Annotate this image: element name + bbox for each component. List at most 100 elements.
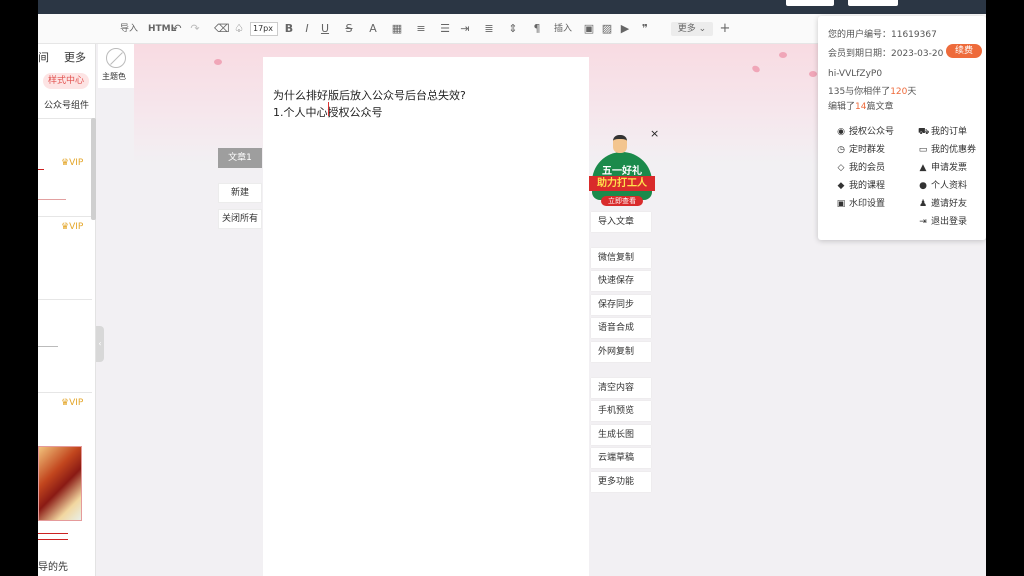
- indent-icon[interactable]: ⇥: [458, 21, 472, 37]
- divider: [38, 392, 92, 393]
- menu-invite[interactable]: ♟ 邀请好友: [918, 196, 967, 209]
- coupon-icon: ▭: [918, 145, 928, 155]
- articles-suffix: 篇文章: [866, 102, 894, 112]
- mobile-preview-button[interactable]: 手机预览: [591, 401, 651, 421]
- menu-courses-label: 我的课程: [849, 181, 886, 191]
- editor-app: 导入 HTML ↶ ↷ ⌫ ♤ 17px B I U S A ▦ ≡ ☰ ⇥ ≣…: [38, 0, 986, 576]
- clear-content-button[interactable]: 清空内容: [591, 378, 651, 398]
- close-icon[interactable]: ×: [650, 127, 659, 140]
- menu-invoice[interactable]: ▲ 申请发票: [918, 160, 967, 173]
- document-tab[interactable]: 文章1: [218, 148, 262, 168]
- theme-color-button[interactable]: 主题色: [98, 44, 134, 88]
- vip-badge: ♛VIP: [61, 398, 84, 408]
- vip-badge: ♛VIP: [61, 158, 84, 168]
- quote-icon[interactable]: ❞: [638, 21, 652, 37]
- vip-label: VIP: [69, 222, 84, 232]
- import-menu[interactable]: 导入: [120, 21, 138, 37]
- left-style-panel: 间 更多 样式中心 公众号组件 ♛VIP ♛VIP ♛VIP 导的先: [38, 44, 96, 576]
- more-functions-button[interactable]: 更多功能: [591, 472, 651, 492]
- user-id: 您的用户编号：11619367: [828, 30, 937, 40]
- template-line: [38, 346, 58, 347]
- style-center-button[interactable]: 样式中心: [43, 73, 89, 89]
- menu-authorize[interactable]: ◉ 授权公众号: [836, 124, 894, 137]
- collapse-panel-handle[interactable]: ‹: [96, 326, 104, 362]
- menu-courses[interactable]: ◆ 我的课程: [836, 178, 885, 191]
- petal-decoration: [751, 64, 761, 74]
- tts-button[interactable]: 语音合成: [591, 318, 651, 338]
- logout-icon: ⇥: [919, 217, 927, 227]
- long-image-button[interactable]: 生成长图: [591, 425, 651, 445]
- template-thumbnail[interactable]: [38, 446, 82, 521]
- spacing-icon[interactable]: ⇕: [506, 21, 520, 37]
- template-line: [38, 533, 68, 534]
- promo-cta-button[interactable]: 立即查看: [601, 196, 643, 206]
- paint-icon[interactable]: ♤: [232, 21, 246, 37]
- component-tab[interactable]: 公众号组件: [44, 98, 89, 111]
- promo-subtitle: 助力打工人: [589, 176, 655, 191]
- promo-title: 五一好礼: [602, 166, 642, 177]
- template-line: [38, 169, 44, 170]
- external-copy-button[interactable]: 外网复制: [591, 342, 651, 362]
- menu-coupons-label: 我的优惠券: [931, 145, 977, 155]
- renew-button[interactable]: 续费: [946, 44, 982, 58]
- italic-icon[interactable]: I: [300, 21, 314, 37]
- insert-menu[interactable]: 插入: [554, 21, 572, 37]
- redo-icon[interactable]: ↷: [188, 21, 202, 37]
- membership-expiry: 会员到期日期：2023-03-20: [828, 49, 944, 59]
- paragraph-icon[interactable]: ¶: [530, 21, 544, 37]
- wechat-icon: ◉: [837, 127, 845, 137]
- underline-icon[interactable]: U: [318, 21, 332, 37]
- undo-icon[interactable]: ↶: [170, 21, 184, 37]
- menu-scheduled[interactable]: ◷ 定时群发: [836, 142, 885, 155]
- add-icon[interactable]: +: [718, 21, 732, 37]
- days-count: 120: [890, 87, 908, 97]
- panel-scrollbar[interactable]: [91, 118, 96, 220]
- font-color-icon[interactable]: A: [366, 21, 380, 37]
- menu-logout[interactable]: ⇥ 退出登录: [918, 214, 967, 227]
- font-size-select[interactable]: 17px: [250, 22, 278, 36]
- menu-members[interactable]: ◇ 我的会员: [836, 160, 885, 173]
- menu-invite-label: 邀请好友: [931, 199, 968, 209]
- divider: [38, 299, 92, 300]
- menu-profile[interactable]: ● 个人资料: [918, 178, 967, 191]
- diamond-icon: ◇: [837, 163, 845, 173]
- cloud-draft-button[interactable]: 云端草稿: [591, 448, 651, 468]
- strikethrough-icon[interactable]: S: [342, 21, 356, 37]
- ordered-list-icon[interactable]: ☰: [438, 21, 452, 37]
- eraser-icon[interactable]: ⌫: [214, 21, 230, 37]
- editor-canvas[interactable]: 为什么排好版后放入公众号后台总失效? 1.个人中心授权公众号: [263, 57, 589, 576]
- theme-color-label: 主题色: [102, 72, 126, 81]
- promo-banner[interactable]: 五一好礼 助力打工人 立即查看: [589, 132, 655, 212]
- theme-color-icon: [106, 48, 126, 68]
- articles-count: 14: [855, 102, 867, 112]
- panel-tab-more[interactable]: 更多: [64, 49, 86, 65]
- menu-coupons[interactable]: ▭ 我的优惠券: [918, 142, 976, 155]
- image-icon[interactable]: ▣: [582, 21, 596, 37]
- top-nav-button[interactable]: [848, 0, 898, 6]
- background-color-icon[interactable]: ▦: [390, 21, 404, 37]
- template-caption: 导的先: [38, 562, 68, 573]
- video-icon[interactable]: ▶: [618, 21, 632, 37]
- vip-label: VIP: [69, 158, 84, 168]
- editor-line: 为什么排好版后放入公众号后台总失效?: [273, 89, 466, 102]
- bold-icon[interactable]: B: [282, 21, 296, 37]
- save-sync-button[interactable]: 保存同步: [591, 295, 651, 315]
- username: hi-VVLfZyP0: [828, 69, 883, 79]
- toolbar-more-button[interactable]: 更多 ⌄: [671, 22, 713, 36]
- line-height-icon[interactable]: ≣: [482, 21, 496, 37]
- new-document-button[interactable]: 新建: [218, 183, 262, 203]
- align-icon[interactable]: ≡: [414, 21, 428, 37]
- template-line: [38, 199, 66, 200]
- top-nav-button[interactable]: [786, 0, 834, 6]
- picture-icon[interactable]: ▨: [600, 21, 614, 37]
- quick-save-button[interactable]: 快速保存: [591, 271, 651, 291]
- import-article-button[interactable]: 导入文章: [591, 212, 651, 232]
- close-all-button[interactable]: 关闭所有: [218, 209, 262, 229]
- menu-watermark[interactable]: ▣ 水印设置: [836, 196, 885, 209]
- menu-authorize-label: 授权公众号: [849, 127, 895, 137]
- menu-orders[interactable]: ⛟ 我的订单: [918, 124, 967, 138]
- wechat-copy-button[interactable]: 微信复制: [591, 248, 651, 268]
- articles-edited: 编辑了14篇文章: [828, 99, 893, 112]
- menu-profile-label: 个人资料: [931, 181, 968, 191]
- panel-tab[interactable]: 间: [38, 49, 49, 65]
